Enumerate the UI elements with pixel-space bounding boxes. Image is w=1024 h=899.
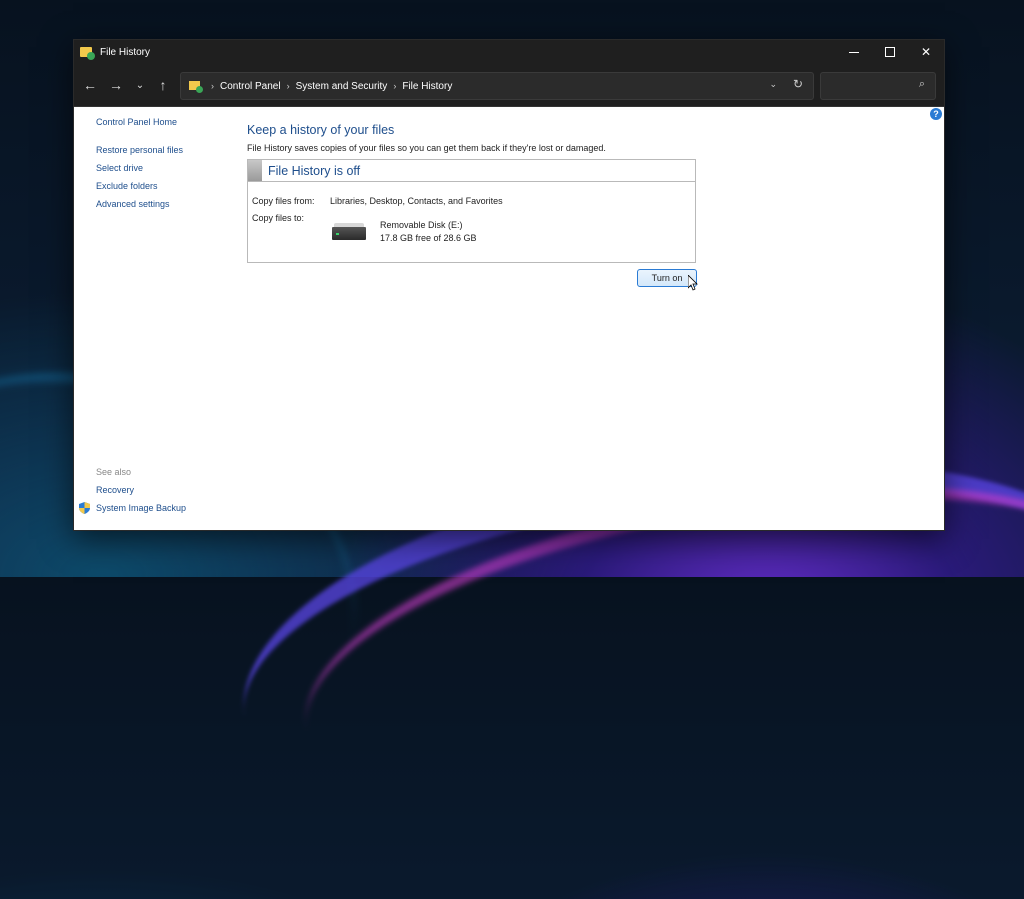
status-text: File History is off (268, 163, 361, 178)
removable-disk-icon (332, 223, 366, 241)
recovery-link[interactable]: Recovery (96, 485, 134, 495)
up-button[interactable]: ↑ (151, 72, 175, 98)
copy-from-value: Libraries, Desktop, Contacts, and Favori… (330, 196, 503, 206)
arrow-right-icon: → (109, 77, 123, 93)
minimize-button[interactable] (836, 40, 872, 64)
window-title: File History (100, 46, 151, 58)
chevron-right-icon: › (286, 81, 290, 91)
restore-personal-files-link[interactable]: Restore personal files (96, 145, 183, 155)
maximize-icon (885, 47, 895, 57)
title-bar[interactable]: File History ✕ (74, 40, 944, 64)
chevron-down-icon: ⌄ (135, 79, 145, 91)
maximize-button[interactable] (872, 40, 908, 64)
address-bar[interactable]: › Control Panel › System and Security › … (180, 72, 814, 100)
mouse-cursor-icon (688, 275, 698, 291)
status-header: File History is off (248, 160, 695, 182)
copy-to-label: Copy files to: (252, 213, 305, 223)
arrow-left-icon: ← (83, 77, 97, 93)
file-history-icon (80, 45, 95, 60)
file-history-window: File History ✕ ← → ⌄ ↑ › Control Panel ›… (73, 39, 945, 531)
drive-free-space: 17.8 GB free of 28.6 GB (380, 233, 477, 243)
chevron-right-icon: › (393, 81, 397, 91)
file-history-status-panel: File History is off Copy files from: Lib… (247, 159, 696, 263)
close-button[interactable]: ✕ (908, 40, 944, 64)
page-title: Keep a history of your files (247, 123, 395, 137)
address-dropdown-icon[interactable]: ⌄ (769, 79, 777, 90)
shield-icon (79, 502, 90, 514)
content-area: ? Control Panel Home Restore personal fi… (74, 107, 944, 530)
advanced-settings-link[interactable]: Advanced settings (96, 199, 170, 209)
help-icon[interactable]: ? (930, 108, 942, 120)
search-icon: ⌕ (918, 78, 925, 90)
back-button[interactable]: ← (78, 72, 102, 98)
control-panel-home-link[interactable]: Control Panel Home (96, 117, 177, 127)
close-icon: ✕ (920, 45, 932, 59)
copy-from-label: Copy files from: (252, 196, 315, 206)
status-bar-indicator (248, 160, 262, 181)
breadcrumb-system-and-security[interactable]: System and Security (296, 81, 388, 92)
breadcrumb-control-panel[interactable]: Control Panel (220, 81, 281, 92)
refresh-icon[interactable]: ↻ (793, 77, 803, 91)
left-pane: Control Panel Home Restore personal file… (79, 107, 246, 530)
exclude-folders-link[interactable]: Exclude folders (96, 181, 158, 191)
system-image-backup-link[interactable]: System Image Backup (96, 503, 186, 513)
arrow-up-icon: ↑ (159, 77, 167, 93)
search-input[interactable]: ⌕ (820, 72, 936, 100)
drive-name: Removable Disk (E:) (380, 220, 463, 230)
forward-button[interactable]: → (104, 72, 128, 98)
select-drive-link[interactable]: Select drive (96, 163, 143, 173)
see-also-label: See also (96, 467, 132, 477)
minimize-icon (849, 51, 859, 53)
navigation-bar: ← → ⌄ ↑ › Control Panel › System and Sec… (74, 64, 944, 107)
recent-locations-button[interactable]: ⌄ (128, 72, 152, 98)
chevron-right-icon: › (211, 81, 214, 91)
page-description: File History saves copies of your files … (247, 143, 606, 153)
control-panel-icon (189, 80, 203, 93)
breadcrumb-file-history[interactable]: File History (402, 81, 452, 92)
